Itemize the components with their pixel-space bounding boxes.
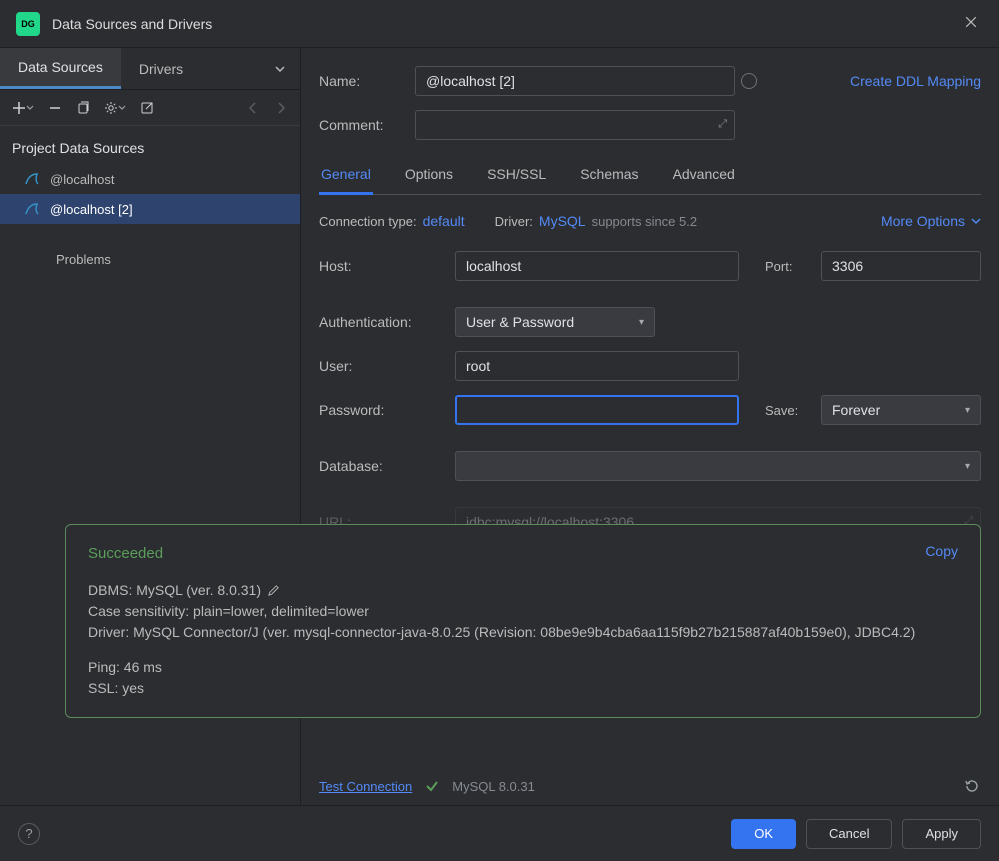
datasource-label: @localhost [2] xyxy=(50,202,133,217)
comment-label: Comment: xyxy=(319,117,415,133)
conn-type-value[interactable]: default xyxy=(423,213,465,229)
mysql-icon xyxy=(24,171,40,187)
driver-note: supports since 5.2 xyxy=(592,214,698,229)
copy-link[interactable]: Copy xyxy=(925,541,958,562)
popup-line: Ping: 46 ms xyxy=(88,657,958,678)
database-label: Database: xyxy=(319,458,455,474)
subtab-general[interactable]: General xyxy=(319,166,373,195)
apply-button[interactable]: Apply xyxy=(902,819,981,849)
test-result-popup: Succeeded Copy DBMS: MySQL (ver. 8.0.31)… xyxy=(65,524,981,718)
success-label: Succeeded xyxy=(88,543,958,566)
subtab-options[interactable]: Options xyxy=(403,166,455,194)
app-icon: DG xyxy=(16,12,40,36)
subtab-schemas[interactable]: Schemas xyxy=(578,166,640,194)
popup-line: Case sensitivity: plain=lower, delimited… xyxy=(88,601,958,622)
more-options-link[interactable]: More Options xyxy=(881,213,965,229)
window-title: Data Sources and Drivers xyxy=(52,16,212,32)
ok-button[interactable]: OK xyxy=(731,819,796,849)
problems-item[interactable]: Problems xyxy=(0,224,300,275)
forward-icon xyxy=(274,101,288,115)
comment-input[interactable] xyxy=(415,110,735,140)
datasource-label: @localhost xyxy=(50,172,115,187)
back-icon xyxy=(246,101,260,115)
help-icon[interactable]: ? xyxy=(18,823,40,845)
host-input[interactable] xyxy=(455,251,739,281)
datasource-item[interactable]: @localhost [2] xyxy=(0,194,300,224)
settings-icon[interactable] xyxy=(104,101,126,115)
mysql-icon xyxy=(24,201,40,217)
port-input[interactable] xyxy=(821,251,981,281)
save-label: Save: xyxy=(765,403,821,418)
auth-label: Authentication: xyxy=(319,314,455,330)
edit-icon[interactable] xyxy=(267,584,280,597)
section-header: Project Data Sources xyxy=(0,126,300,164)
subtab-advanced[interactable]: Advanced xyxy=(671,166,737,194)
test-connection-link[interactable]: Test Connection xyxy=(319,779,412,794)
remove-icon[interactable] xyxy=(48,101,62,115)
popup-line: Driver: MySQL Connector/J (ver. mysql-co… xyxy=(88,622,958,643)
host-label: Host: xyxy=(319,258,455,274)
popup-line: DBMS: MySQL (ver. 8.0.31) xyxy=(88,580,261,601)
expand-icon[interactable]: ⤢ xyxy=(718,118,727,131)
port-label: Port: xyxy=(765,259,821,274)
conn-type-label: Connection type: xyxy=(319,214,417,229)
name-input[interactable] xyxy=(415,66,735,96)
user-input[interactable] xyxy=(455,351,739,381)
close-icon[interactable] xyxy=(963,14,983,34)
database-dropdown[interactable]: ▾ xyxy=(455,451,981,481)
duplicate-icon[interactable] xyxy=(76,101,90,115)
add-icon[interactable] xyxy=(12,101,34,115)
name-label: Name: xyxy=(319,73,415,89)
undo-icon[interactable] xyxy=(963,777,981,795)
tab-overflow-icon[interactable] xyxy=(260,63,300,75)
create-ddl-link[interactable]: Create DDL Mapping xyxy=(850,73,981,89)
check-icon xyxy=(424,778,440,794)
save-dropdown[interactable]: Forever▾ xyxy=(821,395,981,425)
test-version: MySQL 8.0.31 xyxy=(452,779,535,794)
chevron-down-icon[interactable] xyxy=(971,216,981,226)
export-icon[interactable] xyxy=(140,101,154,115)
datasource-item[interactable]: @localhost xyxy=(0,164,300,194)
subtab-ssh-ssl[interactable]: SSH/SSL xyxy=(485,166,548,194)
content-pane: Name: Create DDL Mapping Comment: ⤢ Gene… xyxy=(301,48,999,805)
auth-dropdown[interactable]: User & Password▾ xyxy=(455,307,655,337)
password-label: Password: xyxy=(319,402,455,418)
popup-line: SSL: yes xyxy=(88,678,958,699)
driver-link[interactable]: MySQL xyxy=(539,213,586,229)
driver-label: Driver: xyxy=(495,214,533,229)
cancel-button[interactable]: Cancel xyxy=(806,819,892,849)
user-label: User: xyxy=(319,358,455,374)
password-input[interactable] xyxy=(455,395,739,425)
tab-data-sources[interactable]: Data Sources xyxy=(0,48,121,89)
color-picker[interactable] xyxy=(741,73,757,89)
tab-drivers[interactable]: Drivers xyxy=(121,48,201,89)
